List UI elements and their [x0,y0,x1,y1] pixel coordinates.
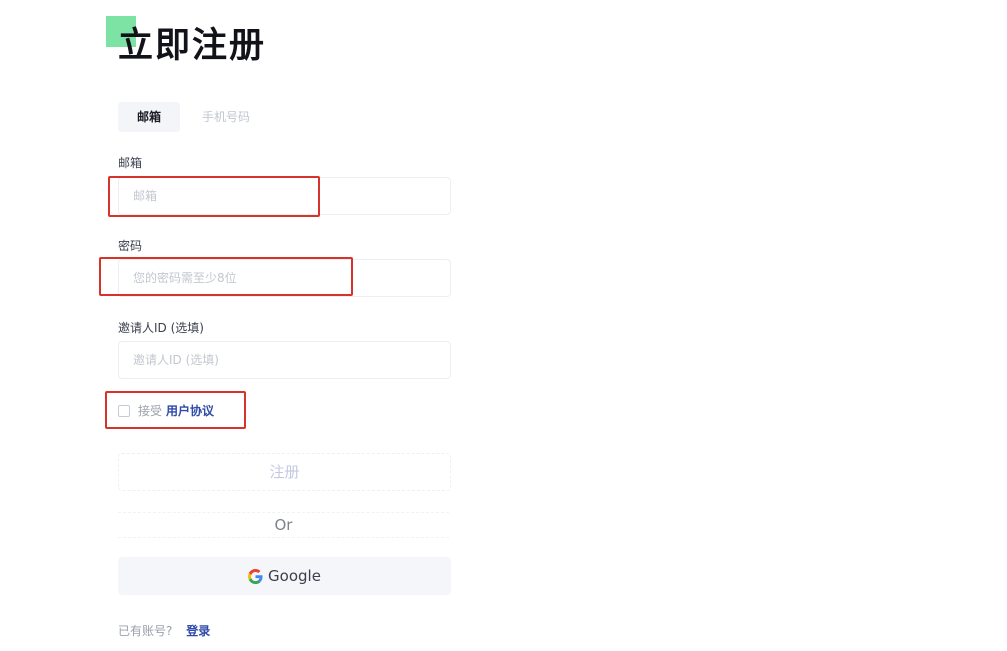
agreement-row: 接受 用户协议 [118,402,214,419]
login-prompt: 已有账号? 登录 [118,622,210,639]
user-agreement-link[interactable]: 用户协议 [166,402,214,419]
login-link[interactable]: 登录 [186,624,210,638]
signup-method-tabs: 邮箱 手机号码 [118,102,269,132]
tab-email[interactable]: 邮箱 [118,102,181,132]
register-button[interactable]: 注册 [118,453,451,491]
email-label: 邮箱 [118,156,143,170]
tab-phone[interactable]: 手机号码 [180,102,269,132]
invite-label: 邀请人ID (选填) [118,321,204,335]
invite-input[interactable] [119,342,450,378]
password-input[interactable] [119,260,450,296]
invite-field-wrapper [118,341,451,379]
has-account-text: 已有账号? [118,624,173,638]
google-button-label: Google [268,567,321,585]
or-divider: Or [118,512,449,538]
page-title: 立即注册 [118,26,267,66]
agree-checkbox[interactable] [118,404,130,417]
password-label: 密码 [118,239,143,253]
google-icon [248,568,263,584]
agree-prefix: 接受 [138,404,163,418]
google-signin-button[interactable]: Google [118,557,451,595]
password-field-wrapper [118,259,451,297]
email-field-wrapper [118,177,451,215]
email-input[interactable] [119,178,450,214]
